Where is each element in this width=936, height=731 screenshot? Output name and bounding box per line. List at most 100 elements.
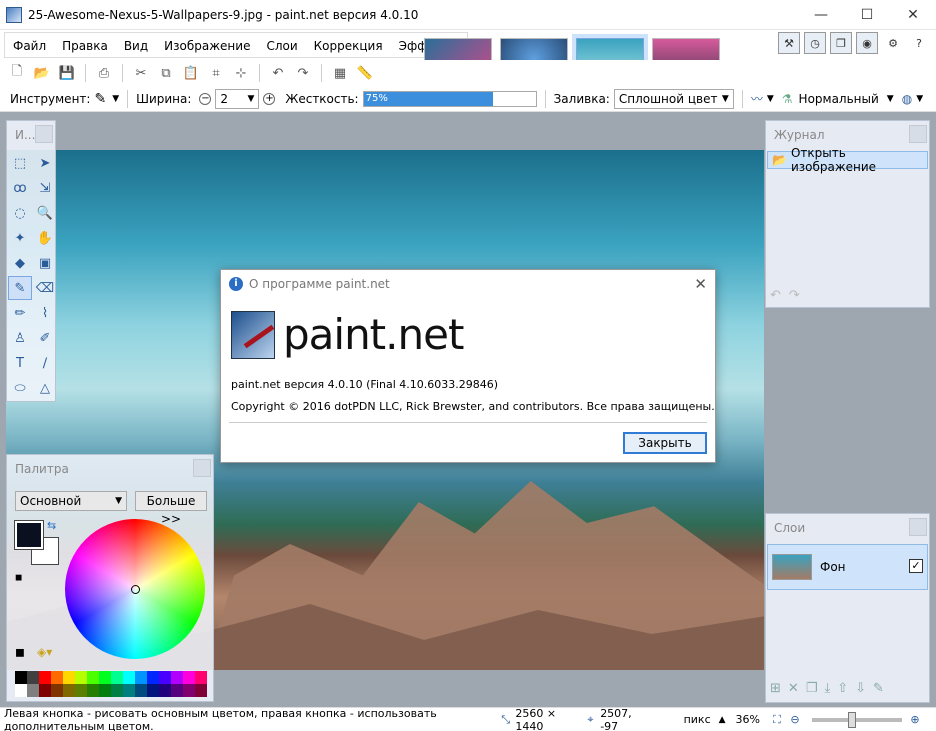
palette-swatch[interactable]	[159, 671, 171, 684]
menu-file[interactable]: Файл	[5, 33, 54, 57]
zoom-tool-icon[interactable]: 🔍	[33, 201, 57, 225]
shapes-alt-tool-icon[interactable]: △	[33, 376, 57, 400]
antialias-dropdown-icon[interactable]: ▼	[767, 94, 774, 104]
cut-icon[interactable]: ✂	[130, 62, 152, 84]
zoom-slider-thumb[interactable]	[848, 711, 856, 728]
new-icon[interactable]: 🗋	[6, 62, 28, 84]
recolor-tool-icon[interactable]: ✐	[33, 326, 57, 350]
dialog-close-icon[interactable]: ✕	[694, 275, 707, 293]
history-window-icon[interactable]: ◷	[804, 32, 826, 54]
shapes-tool-icon[interactable]: ⬭	[8, 376, 32, 400]
width-dropdown-icon[interactable]: ▼	[247, 94, 254, 104]
move-layer-down-icon[interactable]: ⇩	[855, 681, 866, 696]
layer-properties-icon[interactable]: ✎	[873, 681, 884, 696]
palette-swatch[interactable]	[159, 684, 171, 697]
blend-mode-value[interactable]: Нормальный	[799, 92, 879, 106]
layer-row[interactable]: Фон ✓	[767, 544, 928, 590]
paint-bucket-tool-icon[interactable]: ◆	[8, 251, 32, 275]
palette-small-swatch-icon[interactable]: ◼	[15, 645, 25, 659]
brush-icon[interactable]: ✎	[94, 91, 106, 107]
crop-icon[interactable]: ⌗	[205, 62, 227, 84]
palette-swatch[interactable]	[183, 684, 195, 697]
palette-swatch[interactable]	[135, 671, 147, 684]
zoom-value[interactable]: 36%	[736, 713, 760, 726]
print-icon[interactable]: ⎙	[93, 62, 115, 84]
history-redo-icon[interactable]: ↷	[789, 288, 800, 303]
reset-colors-icon[interactable]: ◼	[15, 573, 22, 583]
zoom-slider[interactable]	[812, 711, 902, 728]
text-tool-icon[interactable]: T	[8, 351, 32, 375]
palette-menu-icon[interactable]: ◈▾	[37, 645, 52, 659]
units-dropdown-icon[interactable]: ▲	[719, 715, 726, 725]
pan-tool-icon[interactable]: ✋	[33, 226, 57, 250]
selection-mode-dropdown-icon[interactable]: ▼	[916, 94, 923, 104]
width-increase-icon[interactable]: +	[263, 92, 276, 105]
palette-swatch[interactable]	[39, 671, 51, 684]
palette-swatch[interactable]	[195, 671, 207, 684]
add-layer-icon[interactable]: ⊞	[770, 681, 781, 696]
palette-swatch[interactable]	[147, 671, 159, 684]
undo-icon[interactable]: ↶	[267, 62, 289, 84]
line-tool-icon[interactable]: ∕	[33, 351, 57, 375]
palette-more-button[interactable]: Больше >>	[135, 491, 207, 526]
tools-window-icon[interactable]: ⚒	[778, 32, 800, 54]
ellipse-select-tool-icon[interactable]: ◌	[8, 201, 32, 225]
palette-swatch[interactable]	[63, 671, 75, 684]
settings-icon[interactable]: ⚙	[882, 32, 904, 54]
magic-wand-tool-icon[interactable]: ✦	[8, 226, 32, 250]
paintbrush-tool-icon[interactable]: ✎	[8, 276, 32, 300]
primary-color-swatch[interactable]	[14, 520, 44, 550]
zoom-out-icon[interactable]: ⊖	[788, 713, 802, 727]
eraser-tool-icon[interactable]: ⌫	[33, 276, 57, 300]
palette-swatch[interactable]	[87, 684, 99, 697]
hardness-slider[interactable]: 75%	[362, 90, 537, 107]
history-panel-close-icon[interactable]	[909, 125, 927, 143]
delete-layer-icon[interactable]: ✕	[788, 681, 799, 696]
maximize-button[interactable]: ☐	[844, 0, 890, 30]
palette-swatch[interactable]	[15, 671, 27, 684]
palette-swatch[interactable]	[111, 671, 123, 684]
move-selection-tool-icon[interactable]: ➤	[33, 151, 57, 175]
palette-swatch[interactable]	[99, 671, 111, 684]
menu-layers[interactable]: Слои	[258, 33, 305, 57]
history-undo-icon[interactable]: ↶	[770, 288, 781, 303]
palette-swatch[interactable]	[147, 684, 159, 697]
palette-panel-close-icon[interactable]	[193, 459, 211, 477]
fit-window-icon[interactable]: ⛶	[770, 713, 784, 727]
layers-panel-close-icon[interactable]	[909, 518, 927, 536]
copy-icon[interactable]: ⧉	[155, 62, 177, 84]
fill-select[interactable]: Сплошной цвет ▼	[613, 88, 734, 109]
palette-swatch[interactable]	[51, 671, 63, 684]
palette-swatch[interactable]	[75, 671, 87, 684]
menu-adjustments[interactable]: Коррекция	[306, 33, 391, 57]
antialias-icon[interactable]: 〰	[751, 90, 763, 107]
palette-swatch[interactable]	[87, 671, 99, 684]
merge-layer-icon[interactable]: ⤓	[824, 681, 830, 696]
close-button[interactable]: ✕	[890, 0, 936, 30]
palette-swatch[interactable]	[39, 684, 51, 697]
dialog-close-button[interactable]: Закрыть	[623, 432, 707, 454]
move-selected-tool-icon[interactable]: ⇲	[33, 176, 57, 200]
palette-swatch[interactable]	[183, 671, 195, 684]
colors-window-icon[interactable]: ◉	[856, 32, 878, 54]
menu-edit[interactable]: Правка	[54, 33, 116, 57]
lasso-tool-icon[interactable]: ꝏ	[8, 176, 32, 200]
deselect-icon[interactable]: ⊹	[230, 62, 252, 84]
palette-swatch[interactable]	[99, 684, 111, 697]
layer-visibility-checkbox[interactable]: ✓	[909, 559, 923, 573]
width-input[interactable]: 2 ▼	[215, 88, 260, 109]
duplicate-layer-icon[interactable]: ❐	[806, 681, 818, 696]
palette-swatch[interactable]	[195, 684, 207, 697]
color-picker-tool-icon[interactable]: ⌇	[33, 301, 57, 325]
save-icon[interactable]: 💾	[56, 62, 78, 84]
blend-mode-icon[interactable]: ⚗	[782, 92, 793, 106]
rect-select-tool-icon[interactable]: ⬚	[8, 151, 32, 175]
pencil-tool-icon[interactable]: ✏	[8, 301, 32, 325]
help-icon[interactable]: ?	[908, 32, 930, 54]
palette-swatch[interactable]	[75, 684, 87, 697]
paste-icon[interactable]: 📋	[180, 62, 202, 84]
palette-swatch[interactable]	[27, 671, 39, 684]
redo-icon[interactable]: ↷	[292, 62, 314, 84]
selection-mode-icon[interactable]: ◍	[902, 92, 912, 106]
palette-swatch[interactable]	[111, 684, 123, 697]
